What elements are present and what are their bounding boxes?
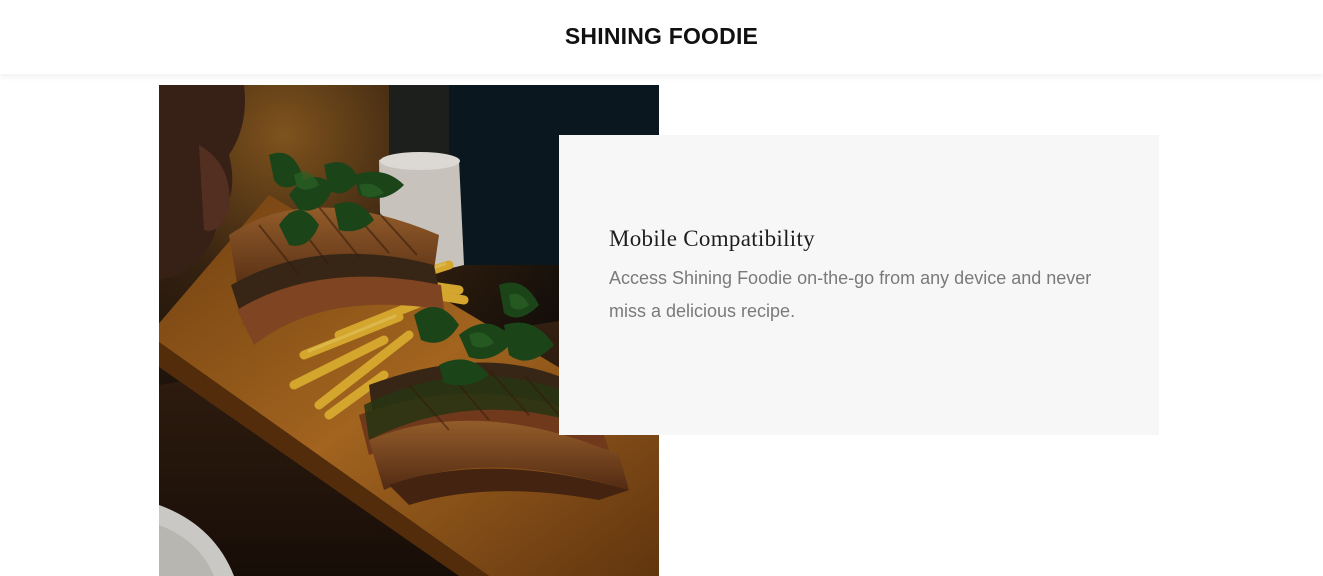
- site-logo-link[interactable]: SHINING FOODIE: [565, 23, 758, 50]
- feature-card: Mobile Compatibility Access Shining Food…: [559, 135, 1159, 435]
- site-header: SHINING FOODIE: [0, 0, 1323, 74]
- feature-title: Mobile Compatibility: [609, 226, 815, 251]
- feature-description: Access Shining Foodie on-the-go from any…: [609, 268, 1092, 321]
